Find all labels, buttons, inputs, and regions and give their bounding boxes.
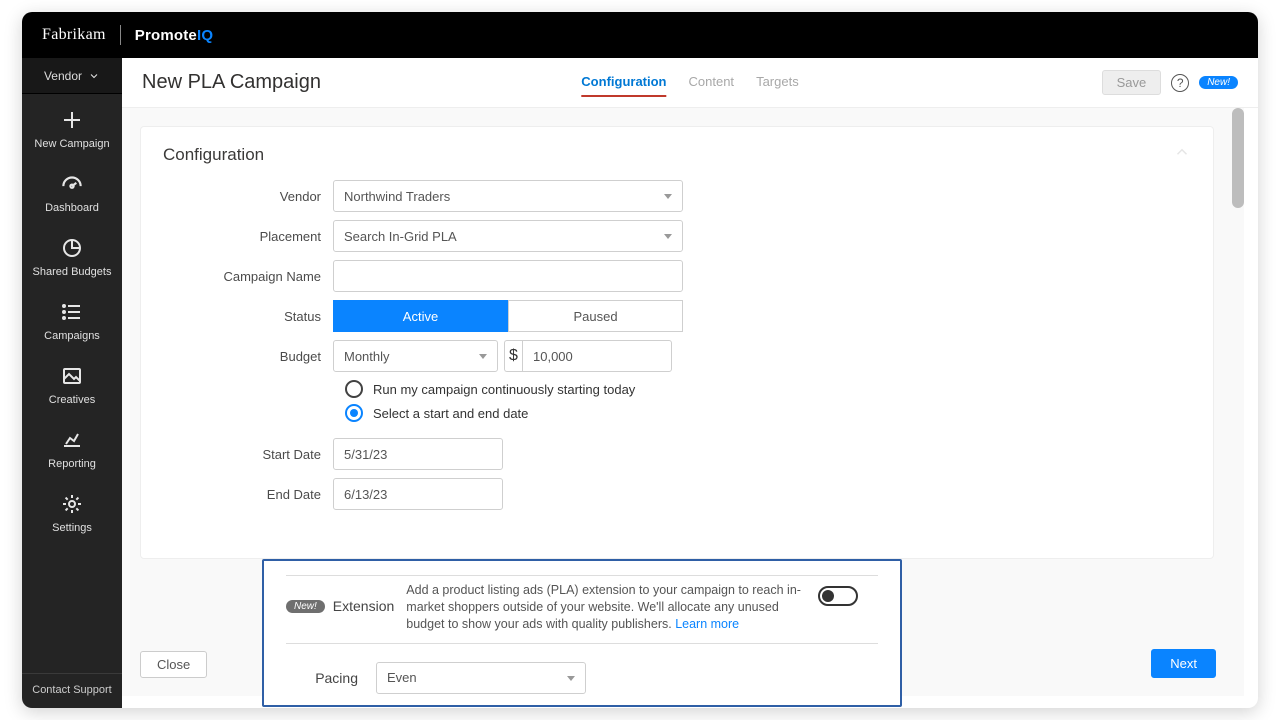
nav-reporting[interactable]: Reporting: [22, 414, 122, 478]
end-date-value: 6/13/23: [344, 487, 387, 502]
brand-promoteiq: PromoteIQ: [135, 27, 214, 44]
nav-creatives-label: Creatives: [22, 394, 122, 406]
currency-symbol: $: [504, 340, 522, 372]
configuration-title: Configuration: [163, 145, 264, 165]
vendor-switcher-label: Vendor: [44, 69, 82, 83]
app-frame: Fabrikam PromoteIQ Vendor New Campaign D…: [22, 12, 1258, 708]
next-button[interactable]: Next: [1151, 649, 1216, 678]
start-date-value: 5/31/23: [344, 447, 387, 462]
nav-contact-label: Contact Support: [32, 684, 112, 696]
brand-iq: IQ: [197, 27, 213, 44]
vendor-switcher[interactable]: Vendor: [22, 58, 122, 94]
nav-new-campaign[interactable]: New Campaign: [22, 94, 122, 158]
placement-value: Search In-Grid PLA: [344, 229, 457, 244]
label-campaign-name: Campaign Name: [163, 269, 333, 284]
save-button[interactable]: Save: [1102, 70, 1162, 95]
budget-amount-input[interactable]: 10,000: [522, 340, 672, 372]
gear-icon: [60, 492, 84, 516]
status-segmented: Active Paused: [333, 300, 683, 332]
gauge-icon: [59, 171, 85, 197]
extension-new-badge: New!: [286, 600, 325, 613]
image-icon: [60, 364, 84, 388]
pacing-value: Even: [387, 670, 417, 685]
campaign-name-input[interactable]: [333, 260, 683, 292]
budget-amount-group: $ 10,000: [504, 340, 672, 372]
tab-content[interactable]: Content: [689, 68, 735, 97]
radio-dates[interactable]: Select a start and end date: [345, 404, 1191, 422]
nav-shared-budgets[interactable]: Shared Budgets: [22, 222, 122, 286]
page-header: New PLA Campaign Configuration Content T…: [122, 58, 1258, 108]
close-button[interactable]: Close: [140, 651, 207, 678]
vendor-value: Northwind Traders: [344, 189, 450, 204]
new-pill: New!: [1199, 76, 1238, 89]
label-start-date: Start Date: [163, 447, 333, 462]
label-status: Status: [163, 309, 333, 324]
nav-contact-support[interactable]: Contact Support: [22, 673, 122, 708]
page-title: New PLA Campaign: [142, 71, 321, 94]
help-icon[interactable]: ?: [1171, 74, 1189, 92]
chevron-up-icon: [1173, 143, 1191, 161]
nav-campaigns[interactable]: Campaigns: [22, 286, 122, 350]
status-active-button[interactable]: Active: [333, 300, 508, 332]
extension-label: Extension: [333, 598, 394, 614]
tab-configuration[interactable]: Configuration: [581, 68, 666, 97]
start-date-input[interactable]: 5/31/23: [333, 438, 503, 470]
label-budget: Budget: [163, 349, 333, 364]
label-pacing: Pacing: [286, 670, 376, 686]
end-date-input[interactable]: 6/13/23: [333, 478, 503, 510]
header-tabs: Configuration Content Targets: [581, 68, 798, 97]
left-nav: Vendor New Campaign Dashboard Shared Bud…: [22, 58, 122, 708]
brand-divider: [120, 25, 121, 45]
pacing-select[interactable]: Even: [376, 662, 586, 694]
budget-period-value: Monthly: [344, 349, 390, 364]
label-end-date: End Date: [163, 487, 333, 502]
tab-targets[interactable]: Targets: [756, 68, 799, 97]
list-icon: [60, 300, 84, 324]
radio-dates-control[interactable]: [345, 404, 363, 422]
nav-dashboard-label: Dashboard: [22, 202, 122, 214]
collapse-icon[interactable]: [1173, 143, 1191, 166]
nav-creatives[interactable]: Creatives: [22, 350, 122, 414]
extension-toggle[interactable]: [818, 586, 858, 606]
extension-description-text: Add a product listing ads (PLA) extensio…: [406, 583, 801, 631]
nav-settings-label: Settings: [22, 522, 122, 534]
pie-icon: [60, 236, 84, 260]
configuration-title-row: Configuration: [163, 143, 1191, 166]
budget-period-select[interactable]: Monthly: [333, 340, 498, 372]
nav-dashboard[interactable]: Dashboard: [22, 158, 122, 222]
extension-highlight-box: New! Extension Add a product listing ads…: [262, 559, 902, 707]
scrollbar[interactable]: [1232, 108, 1244, 208]
label-vendor: Vendor: [163, 189, 333, 204]
radio-dates-label: Select a start and end date: [373, 406, 528, 421]
extension-learn-more-link[interactable]: Learn more: [675, 617, 739, 631]
radio-continuous-control[interactable]: [345, 380, 363, 398]
brand-promote: Promote: [135, 27, 197, 44]
chevron-down-icon: [88, 70, 100, 82]
nav-shared-budgets-label: Shared Budgets: [22, 266, 122, 278]
budget-amount-value: 10,000: [533, 349, 573, 364]
chart-icon: [60, 428, 84, 452]
nav-settings[interactable]: Settings: [22, 478, 122, 542]
status-paused-button[interactable]: Paused: [508, 300, 683, 332]
brand-fabrikam: Fabrikam: [42, 26, 106, 44]
extension-description: Add a product listing ads (PLA) extensio…: [406, 582, 806, 633]
plus-icon: [60, 108, 84, 132]
nav-campaigns-label: Campaigns: [22, 330, 122, 342]
label-placement: Placement: [163, 229, 333, 244]
top-bar: Fabrikam PromoteIQ: [22, 12, 1258, 58]
radio-continuous[interactable]: Run my campaign continuously starting to…: [345, 380, 1191, 398]
radio-continuous-label: Run my campaign continuously starting to…: [373, 382, 635, 397]
nav-new-campaign-label: New Campaign: [22, 138, 122, 150]
configuration-panel: Configuration Vendor Northwind Traders P…: [140, 126, 1214, 559]
vendor-select[interactable]: Northwind Traders: [333, 180, 683, 212]
nav-reporting-label: Reporting: [22, 458, 122, 470]
placement-select[interactable]: Search In-Grid PLA: [333, 220, 683, 252]
